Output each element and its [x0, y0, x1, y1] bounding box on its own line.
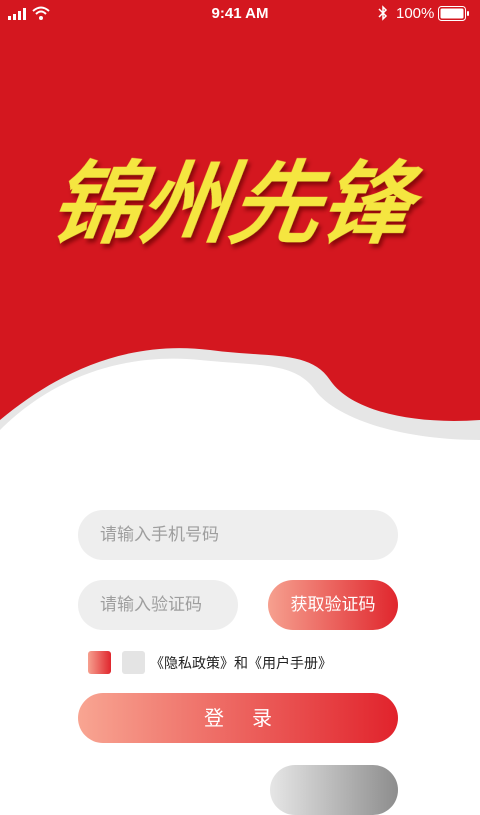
status-bar: 9:41 AM 100% [0, 0, 480, 28]
phone-placeholder: 请输入手机号码 [100, 525, 219, 545]
code-placeholder: 请输入验证码 [100, 595, 202, 615]
agree-checkbox-checked[interactable] [88, 651, 111, 674]
agreement-link[interactable]: 《隐私政策》和《用户手册》 [150, 653, 332, 673]
battery-icon [438, 6, 469, 21]
app-logo: 锦州先锋 [44, 151, 430, 256]
get-code-button[interactable]: 获取验证码 [268, 580, 398, 630]
secondary-button[interactable] [270, 765, 398, 815]
agree-checkbox[interactable] [122, 651, 145, 674]
phone-input[interactable]: 请输入手机号码 [78, 510, 398, 560]
bluetooth-icon [378, 5, 388, 21]
app-logo-text: 锦州先锋 [44, 151, 430, 256]
battery-percent: 100% [396, 5, 435, 22]
login-button[interactable]: 登录 [78, 693, 398, 743]
verification-code-input[interactable]: 请输入验证码 [78, 580, 238, 630]
